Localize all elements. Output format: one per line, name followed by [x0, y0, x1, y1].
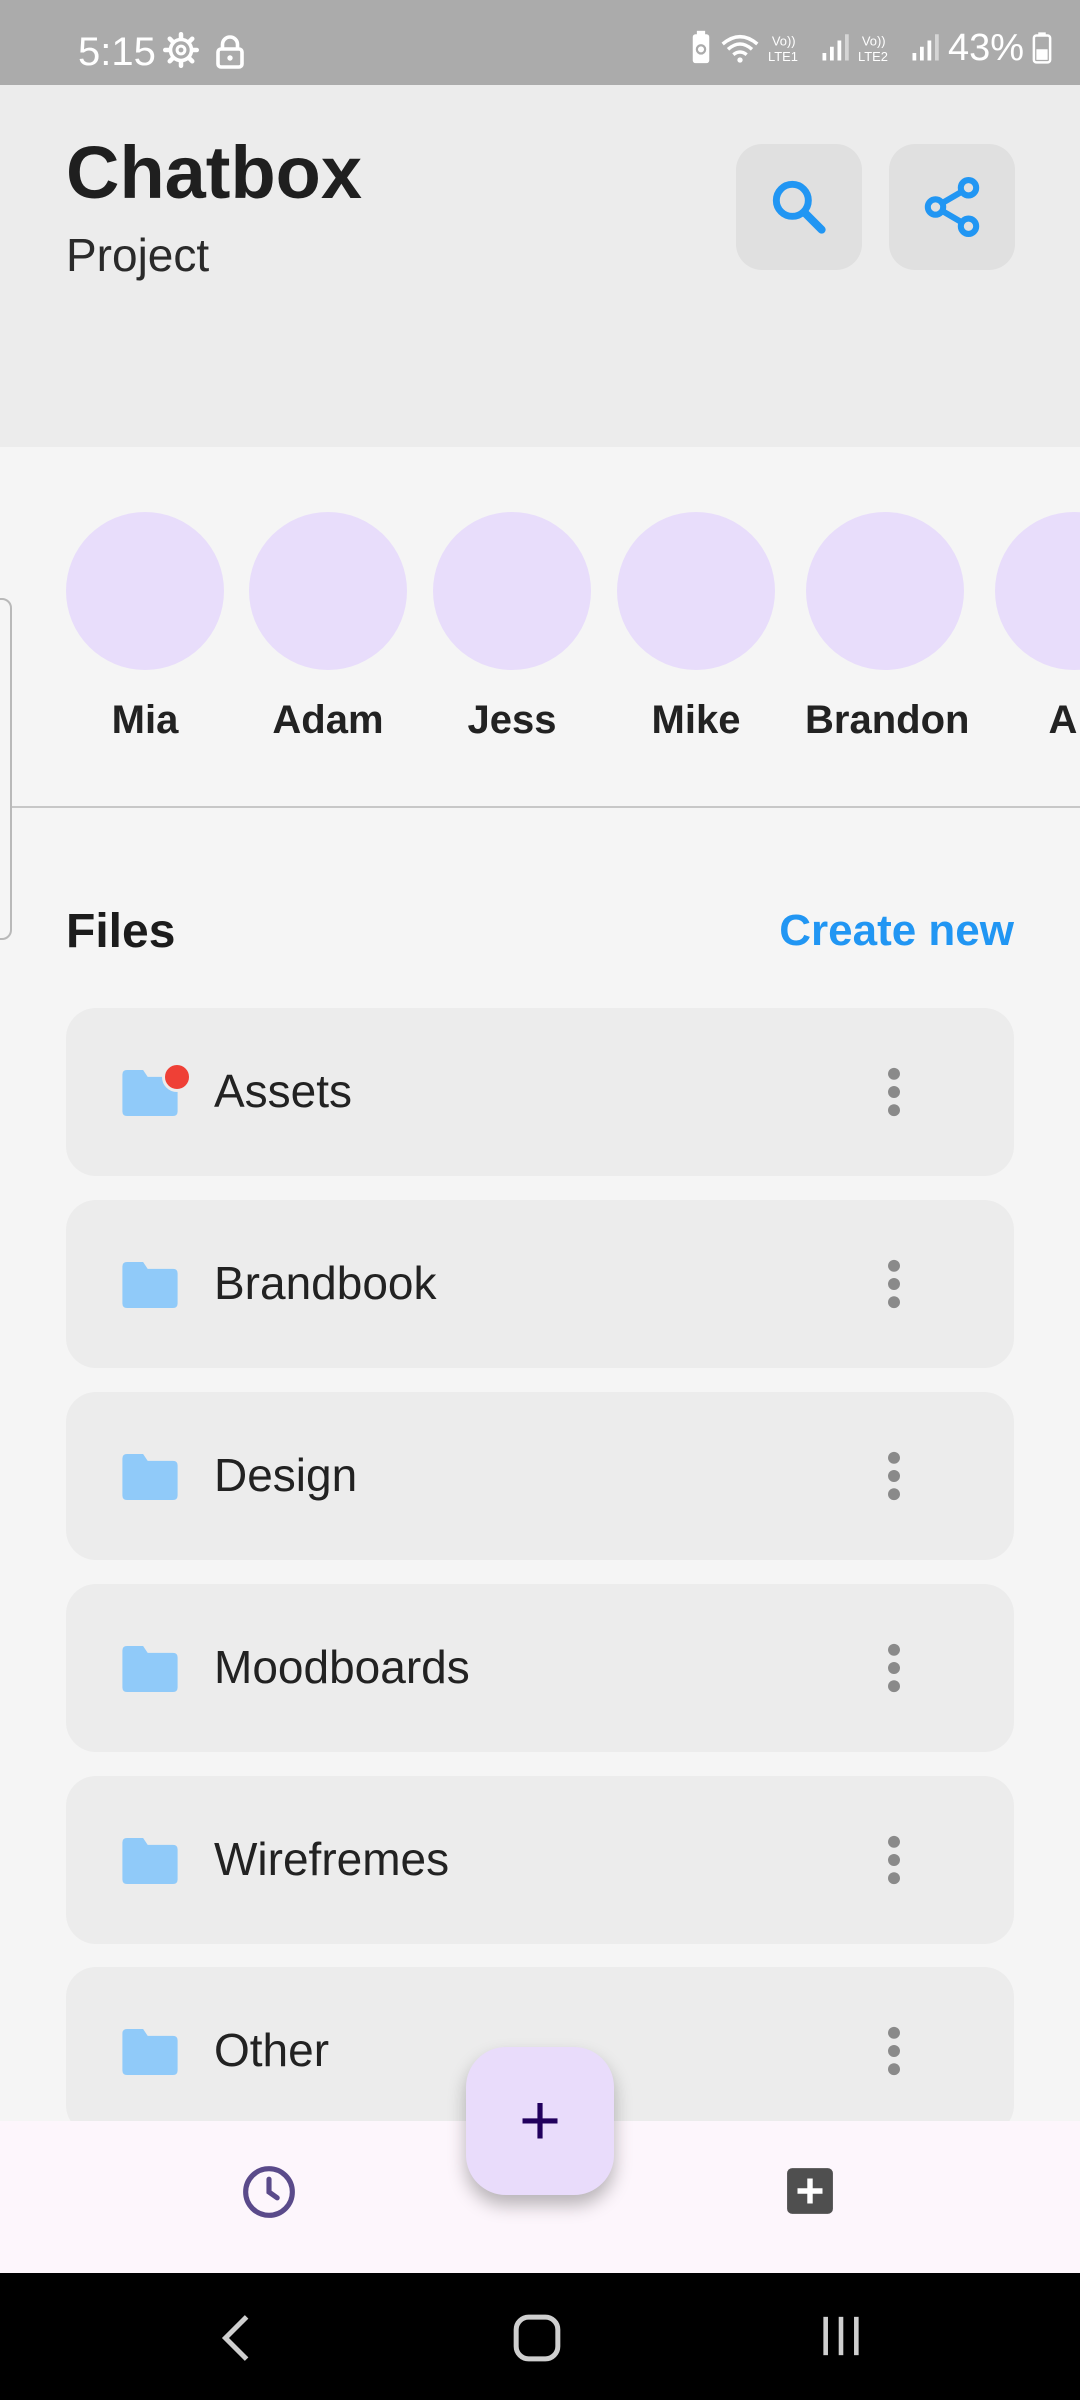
more-vert-icon[interactable] — [886, 1642, 902, 1694]
status-bar: 5:15 Vo)) LTE1 Vo)) LTE2 43% — [0, 0, 1080, 85]
avatar — [617, 512, 775, 670]
more-vert-icon[interactable] — [886, 1834, 902, 1886]
status-time: 5:15 — [78, 30, 156, 74]
home-icon[interactable] — [512, 2313, 562, 2363]
more-vert-icon[interactable] — [886, 1066, 902, 1118]
search-icon — [772, 180, 826, 234]
file-label: Assets — [214, 1065, 353, 1117]
svg-text:Vo)): Vo)) — [772, 33, 796, 48]
avatar — [249, 512, 407, 670]
battery-icon — [1032, 32, 1052, 64]
file-row-brandbook[interactable]: Brandbook — [66, 1200, 1014, 1368]
person-name: Brandon — [805, 698, 970, 742]
person-item[interactable]: Mike — [616, 512, 776, 743]
person-name: Jess — [467, 698, 557, 742]
clock-icon[interactable] — [241, 2164, 297, 2220]
person-item[interactable]: Jess — [432, 512, 592, 743]
section-divider — [0, 806, 1080, 808]
avatar — [433, 512, 591, 670]
share-icon — [924, 177, 980, 237]
battery-percent: 43% — [947, 26, 1024, 69]
person-name: Ali — [1048, 698, 1080, 742]
share-button[interactable] — [889, 144, 1015, 270]
avatar — [806, 512, 964, 670]
files-heading: Files — [66, 905, 176, 958]
lock-icon — [216, 35, 244, 69]
folder-icon — [122, 1838, 178, 1884]
file-label: Wirefremes — [214, 1833, 450, 1885]
person-item[interactable]: Mia — [65, 512, 225, 743]
page-subtitle: Project — [66, 229, 210, 281]
settings-icon — [163, 32, 199, 68]
person-name: Mia — [111, 698, 179, 742]
search-button[interactable] — [736, 144, 862, 270]
file-label: Design — [214, 1449, 358, 1501]
notification-dot — [162, 1062, 192, 1092]
file-label: Other — [214, 2024, 330, 2076]
signal-icon — [822, 34, 849, 61]
folder-icon — [122, 1262, 178, 1308]
signal-icon — [912, 34, 939, 61]
file-row-wirefremes[interactable]: Wirefremes — [66, 1776, 1014, 1944]
add-fab-button[interactable]: + — [466, 2047, 614, 2195]
volte-lte2-icon: Vo)) LTE2 — [858, 33, 888, 64]
folder-icon — [122, 1646, 178, 1692]
recents-icon[interactable] — [818, 2313, 864, 2359]
svg-text:Vo)): Vo)) — [862, 33, 886, 48]
people-carousel[interactable]: Mia Adam Jess Mike Brandon Ali — [0, 447, 1080, 807]
avatar — [995, 512, 1080, 670]
status-icons: Vo)) LTE1 Vo)) LTE2 43% — [690, 26, 1052, 69]
edge-panel-handle[interactable] — [0, 598, 12, 940]
person-item[interactable]: Ali — [994, 512, 1080, 743]
page-title: Chatbox — [66, 131, 362, 214]
volte-lte1-icon: Vo)) LTE1 — [768, 33, 798, 64]
back-icon[interactable] — [215, 2313, 259, 2363]
file-label: Brandbook — [214, 1257, 437, 1309]
person-item[interactable]: Brandon — [805, 512, 970, 743]
folder-icon — [122, 1454, 178, 1500]
more-vert-icon[interactable] — [886, 1450, 902, 1502]
file-label: Moodboards — [214, 1641, 470, 1693]
create-new-link[interactable]: Create new — [779, 906, 1014, 956]
person-name: Adam — [272, 698, 384, 742]
wifi-icon — [721, 34, 759, 63]
avatar — [66, 512, 224, 670]
add-box-icon[interactable] — [785, 2166, 835, 2216]
svg-text:LTE2: LTE2 — [858, 49, 888, 64]
svg-text:LTE1: LTE1 — [768, 49, 798, 64]
more-vert-icon[interactable] — [886, 2025, 902, 2077]
file-row-moodboards[interactable]: Moodboards — [66, 1584, 1014, 1752]
more-vert-icon[interactable] — [886, 1258, 902, 1310]
battery-saver-icon — [692, 30, 710, 64]
person-item[interactable]: Adam — [248, 512, 408, 743]
plus-icon: + — [518, 2081, 562, 2161]
system-navigation-bar — [0, 2273, 1080, 2400]
file-row-assets[interactable]: Assets — [66, 1008, 1014, 1176]
file-row-design[interactable]: Design — [66, 1392, 1014, 1560]
person-name: Mike — [651, 698, 741, 742]
folder-icon — [122, 2029, 178, 2075]
